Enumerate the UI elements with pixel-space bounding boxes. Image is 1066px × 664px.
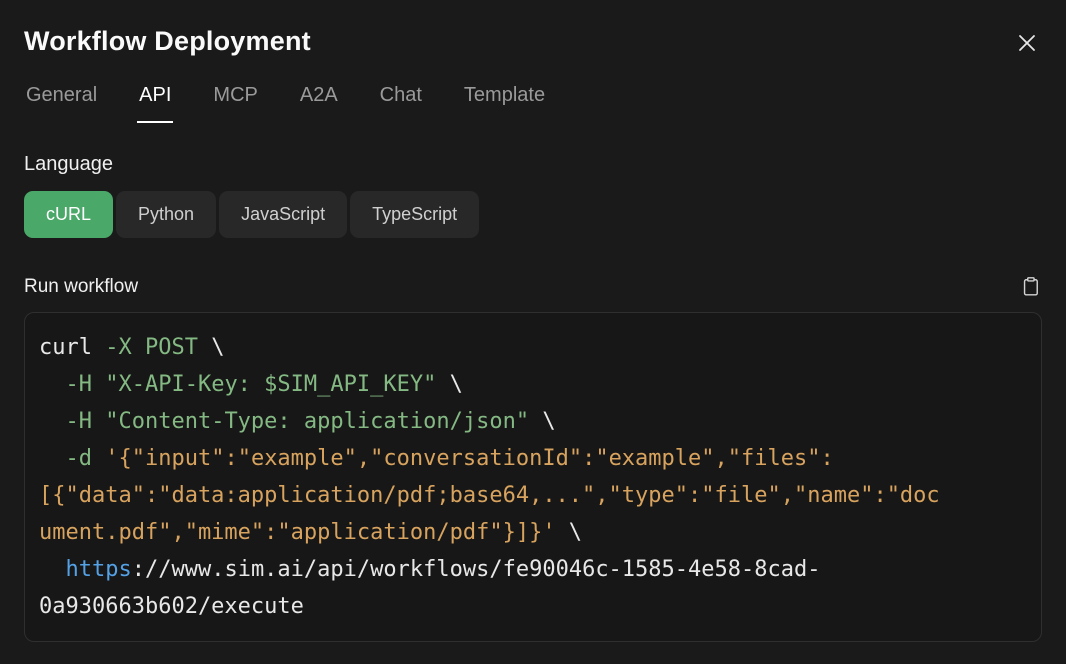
- code-token-keyword: -X POST: [105, 335, 198, 360]
- language-selector: cURLPythonJavaScriptTypeScript: [24, 191, 1042, 238]
- modal-header: Workflow Deployment: [24, 26, 1042, 58]
- language-option-javascript[interactable]: JavaScript: [219, 191, 347, 238]
- workflow-deployment-dialog: { "dialog": { "title": "Workflow Deploym…: [0, 0, 1066, 664]
- tab-mcp[interactable]: MCP: [211, 82, 259, 123]
- tab-api[interactable]: API: [137, 82, 173, 123]
- copy-button[interactable]: [1019, 274, 1042, 299]
- tab-a2a[interactable]: A2A: [298, 82, 340, 123]
- code-token-plain: curl: [39, 335, 105, 360]
- language-option-python[interactable]: Python: [116, 191, 216, 238]
- dialog-title: Workflow Deployment: [24, 26, 311, 57]
- code-token-string: '{"input":"example","conversationId":"ex…: [39, 446, 940, 545]
- code-token-plain: ://www.sim.ai/api/workflows/fe90046c-158…: [39, 557, 820, 619]
- code-token-url: https: [66, 557, 132, 582]
- tab-chat[interactable]: Chat: [378, 82, 424, 123]
- tab-template[interactable]: Template: [462, 82, 547, 123]
- close-button[interactable]: [1012, 28, 1042, 58]
- code-section-header: Run workflow: [24, 274, 1042, 299]
- language-label: Language: [24, 153, 1042, 176]
- code-token-keyword: -H "Content-Type: application/json": [66, 409, 530, 434]
- close-icon: [1016, 32, 1038, 54]
- language-option-typescript[interactable]: TypeScript: [350, 191, 479, 238]
- tab-bar: General API MCP A2A Chat Template: [24, 82, 1042, 123]
- tab-general[interactable]: General: [24, 82, 99, 123]
- clipboard-icon: [1021, 276, 1040, 297]
- language-option-curl[interactable]: cURL: [24, 191, 113, 238]
- code-token-keyword: -d: [66, 446, 106, 471]
- run-workflow-label: Run workflow: [24, 276, 138, 298]
- code-token-keyword: -H "X-API-Key: $SIM_API_KEY": [66, 372, 437, 397]
- code-block: curl -X POST \ -H "X-API-Key: $SIM_API_K…: [24, 312, 1042, 642]
